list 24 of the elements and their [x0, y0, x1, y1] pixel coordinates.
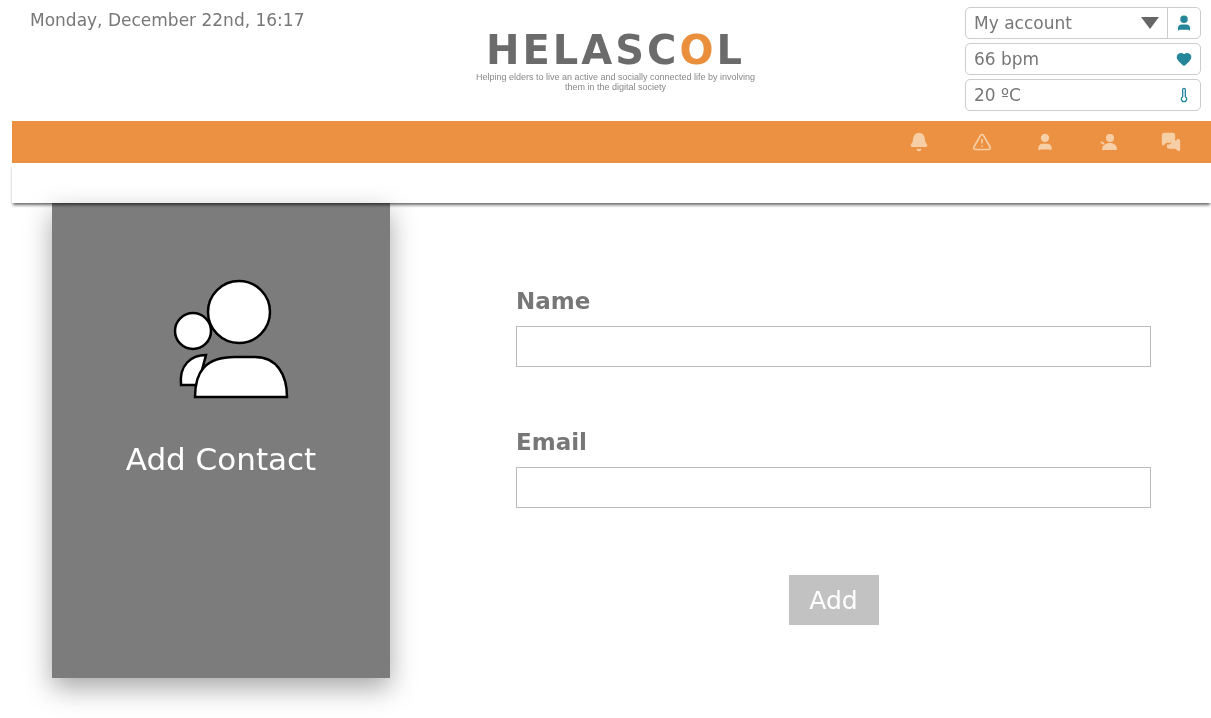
input-field[interactable] [516, 467, 1151, 508]
card-title: Add Contact [125, 441, 317, 477]
input-field[interactable] [516, 326, 1151, 367]
user-icon [1035, 132, 1055, 152]
reading-field: 20 ºC [965, 79, 1201, 111]
logo-tagline: Helping elders to live an active and socially connected life by involving them in the digital society [475, 72, 756, 92]
logo: HELASCOL [486, 30, 745, 70]
nav-button[interactable] [972, 132, 992, 152]
user-icon [1175, 14, 1193, 32]
reading-field: 66 bpm [965, 43, 1201, 75]
account-dropdown[interactable]: My account [965, 7, 1201, 39]
caret-icon [1141, 17, 1159, 29]
contacts-icon [1098, 132, 1118, 152]
warning-icon [972, 132, 992, 152]
nav-button[interactable] [909, 132, 929, 152]
nav-button[interactable] [1161, 132, 1181, 152]
nav-button[interactable] [1098, 132, 1118, 152]
chat-icon [1161, 132, 1181, 152]
date-time: Monday, December 22nd, 16:17 [30, 9, 306, 32]
nav-button[interactable] [1035, 132, 1055, 152]
field-label: Email [516, 429, 588, 455]
heart-icon [1176, 51, 1192, 67]
field-label: Name [516, 288, 592, 314]
bell-icon [909, 132, 929, 152]
